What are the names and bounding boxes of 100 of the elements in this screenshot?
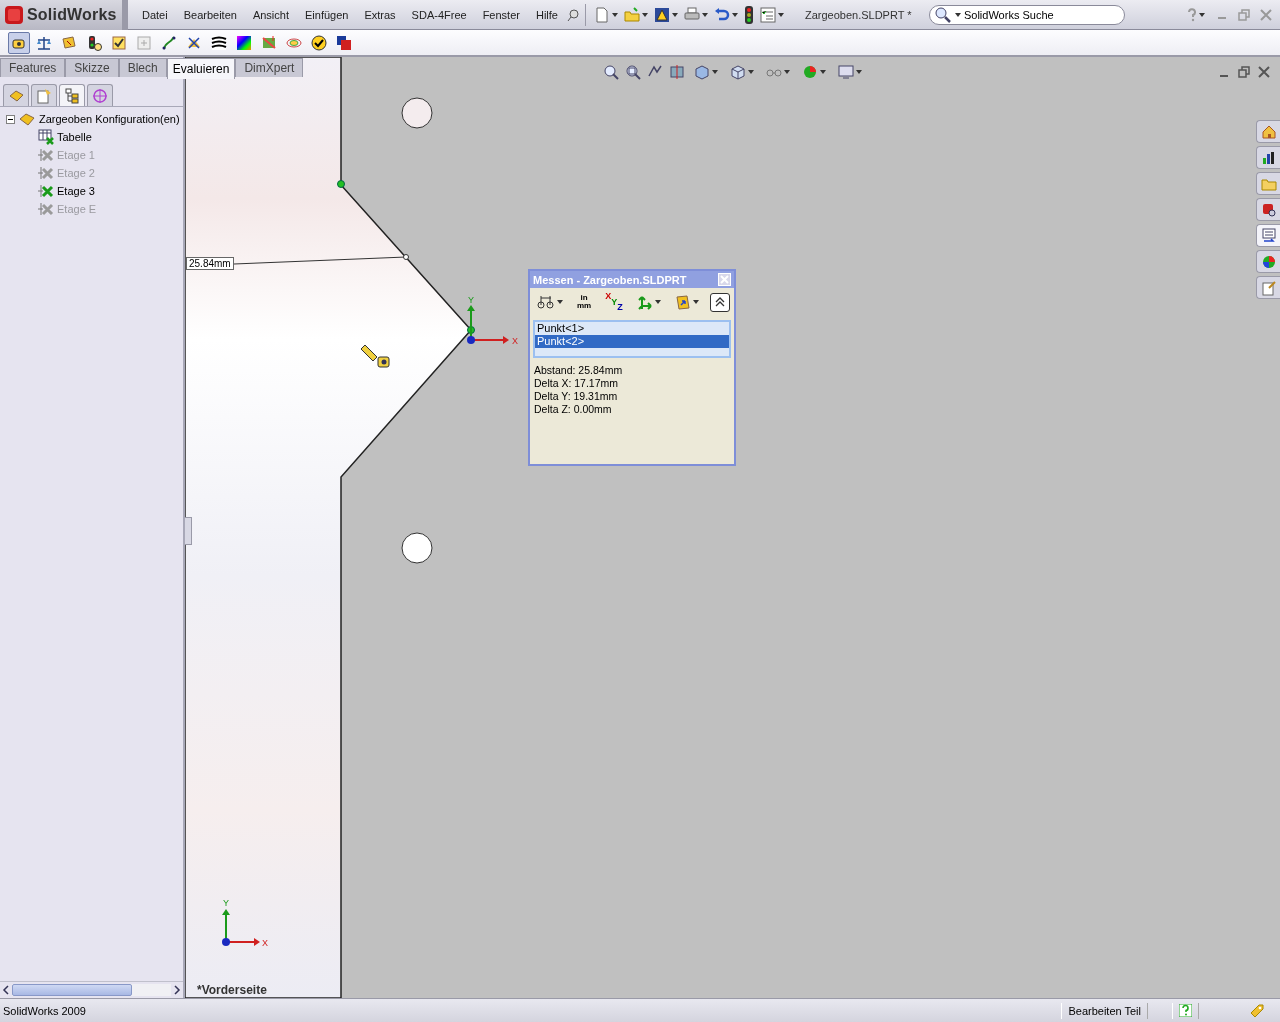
restore-icon[interactable]	[1238, 66, 1250, 78]
collapse-toggle[interactable]	[6, 114, 15, 124]
zebra-stripes-icon[interactable]	[211, 34, 227, 51]
part-icon	[18, 111, 36, 127]
caret-icon[interactable]	[954, 12, 961, 17]
configuration-icon	[38, 201, 54, 217]
coordinates-button[interactable]: X YZ	[605, 293, 624, 311]
command-tab[interactable]: Skizze	[65, 58, 119, 77]
measure-result: Abstand: 25.84mm	[534, 364, 624, 377]
caret-icon[interactable]	[655, 300, 662, 304]
section-view-icon[interactable]	[669, 64, 685, 80]
menu-item[interactable]: Ansicht	[244, 8, 297, 21]
panel-tab[interactable]	[59, 84, 85, 106]
configuration-icon	[38, 147, 54, 163]
panel-tab[interactable]	[31, 84, 57, 106]
overlap-squares-icon[interactable]	[336, 34, 352, 51]
caret-icon[interactable]	[1199, 12, 1205, 17]
caret-icon[interactable]	[671, 12, 678, 17]
axis-label: Y	[468, 295, 474, 305]
status-text: SolidWorks 2009	[3, 1004, 86, 1017]
origin-triad	[467, 305, 509, 344]
caret-icon[interactable]	[777, 12, 784, 17]
view-name: *Vorderseite	[197, 983, 267, 997]
tape-measure-cursor	[360, 344, 390, 368]
selection-item[interactable]: Punkt<2>	[535, 335, 729, 348]
chevron-up-icon[interactable]	[715, 297, 726, 307]
traffic-light-clock-icon[interactable]	[86, 34, 102, 51]
axis-label: X	[262, 938, 268, 948]
search-field[interactable]: SolidWorks Suche	[928, 4, 1125, 25]
menu-item[interactable]: Hilfe	[527, 8, 566, 21]
menu-item[interactable]: SDA-4Free	[403, 8, 475, 21]
selection-item[interactable]: Punkt<1>	[535, 322, 729, 335]
table-icon	[38, 129, 54, 145]
configuration-icon	[38, 165, 54, 181]
menu-item[interactable]: Bearbeiten	[175, 8, 245, 21]
point-marker	[337, 180, 345, 188]
scroll-left-icon[interactable]	[2, 985, 10, 995]
hole	[401, 532, 433, 564]
measure-result: Delta X: 17.17mm	[534, 377, 620, 390]
caret-icon[interactable]	[701, 12, 708, 17]
tree-item[interactable]: Zargeoben Konfiguration(en)	[39, 113, 180, 125]
panel-tab[interactable]	[87, 84, 113, 106]
warning-save-icon[interactable]	[653, 6, 670, 23]
status-mode: Bearbeiten Teil	[1068, 1004, 1141, 1017]
hole	[401, 97, 433, 129]
caret-icon[interactable]	[557, 300, 563, 304]
target-icon[interactable]	[92, 87, 108, 104]
caret-icon[interactable]	[641, 12, 648, 17]
caret-icon[interactable]	[748, 70, 754, 74]
caret-icon[interactable]	[856, 70, 862, 74]
scroll-right-icon[interactable]	[173, 985, 181, 995]
dialog-title: Messen - Zargeoben.SLDPRT	[533, 273, 687, 286]
command-tab[interactable]: Evaluieren	[166, 58, 236, 79]
units-button[interactable]: in mm	[577, 294, 592, 310]
zoom-area-icon[interactable]	[625, 64, 641, 80]
help-icon[interactable]	[1179, 1004, 1192, 1017]
tree-item[interactable]: Etage 3	[57, 185, 95, 197]
tag-icon[interactable]	[1249, 1002, 1265, 1019]
pin-icon[interactable]	[565, 7, 580, 22]
menu-item[interactable]: Fenster	[474, 8, 528, 21]
caret-icon[interactable]	[820, 70, 826, 74]
color-spectrum-icon[interactable]	[236, 34, 252, 51]
command-tab[interactable]: DimXpert	[235, 58, 304, 77]
caret-icon[interactable]	[784, 70, 790, 74]
checkbox-icon[interactable]	[111, 34, 127, 51]
collapse-button[interactable]	[710, 292, 730, 312]
curve-nodes-icon[interactable]	[161, 34, 177, 51]
menu-item[interactable]: Datei	[134, 8, 176, 21]
tree-item[interactable]: Tabelle	[57, 131, 92, 143]
menu-item[interactable]: Einfügen	[297, 8, 357, 21]
configuration-tree-icon[interactable]	[64, 87, 80, 104]
view-orientation-icon[interactable]	[694, 64, 710, 80]
printer-icon[interactable]	[683, 6, 700, 23]
caret-icon[interactable]	[611, 12, 618, 17]
point-marker	[467, 326, 475, 334]
caret-icon[interactable]	[693, 300, 700, 304]
traffic-light-icon[interactable]	[743, 5, 754, 24]
menu-item[interactable]: Extras	[356, 8, 404, 21]
panel-tab[interactable]	[3, 84, 29, 106]
checklist-icon[interactable]	[759, 6, 776, 23]
scrollbar-thumb[interactable]	[12, 984, 132, 996]
axis-label: Y	[223, 898, 229, 908]
panel-handle[interactable]	[185, 517, 192, 545]
document-title: Zargeoben.SLDPRT *	[804, 8, 913, 21]
zoom-fit-icon[interactable]	[603, 64, 619, 80]
command-tab[interactable]: Features	[0, 58, 66, 77]
property-sheet-icon[interactable]	[36, 87, 52, 104]
search-icon[interactable]	[933, 5, 952, 24]
command-tab[interactable]: Blech	[118, 58, 167, 77]
check-circle-icon[interactable]	[311, 34, 327, 51]
caret-icon[interactable]	[731, 12, 738, 17]
display-style-icon[interactable]	[730, 64, 746, 80]
configuration-icon	[38, 183, 54, 199]
distance-icon[interactable]	[537, 295, 555, 309]
balance-scale-icon[interactable]	[36, 34, 52, 51]
undo-icon[interactable]	[713, 6, 730, 23]
folder-arrow-icon[interactable]	[675, 294, 692, 310]
caret-icon[interactable]	[712, 70, 718, 74]
close-icon[interactable]	[1258, 66, 1270, 78]
measure-result: Delta Z: 0.00mm	[534, 403, 613, 416]
